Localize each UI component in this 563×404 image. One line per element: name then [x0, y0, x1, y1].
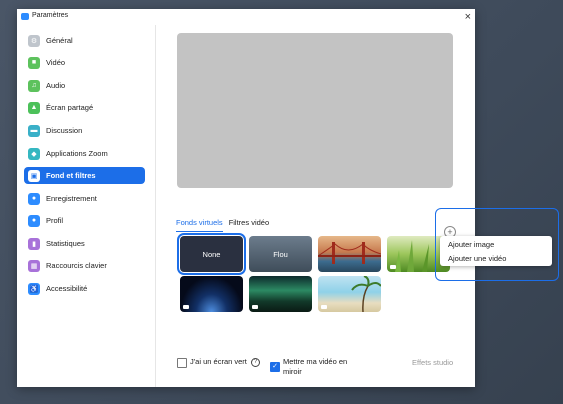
mirror-label-line1: Mettre ma vidéo en	[283, 357, 348, 366]
sidebar-item-label: Général	[46, 36, 73, 45]
sidebar-item-background[interactable]: ▣ Fond et filtres	[24, 167, 145, 184]
menu-item-add-image[interactable]: Ajouter image	[448, 240, 494, 249]
background-thumb-earth[interactable]	[180, 276, 243, 312]
share-screen-icon: ▲	[28, 101, 40, 114]
studio-effects-link[interactable]: Effets studio	[412, 358, 453, 367]
profile-icon: ●	[28, 214, 40, 227]
sidebar-item-label: Écran partagé	[46, 103, 94, 112]
sidebar-item-label: Vidéo	[46, 58, 66, 67]
background-thumb-aurora[interactable]	[249, 276, 312, 312]
tab-virtual-backgrounds[interactable]: Fonds virtuels	[176, 218, 223, 232]
sidebar-item-profile[interactable]: ● Profil	[24, 212, 145, 229]
sidebar-item-label: Accessibilité	[46, 284, 88, 293]
zoom-app-icon	[21, 13, 29, 20]
bridge-image	[318, 242, 381, 264]
accessibility-icon: ♿	[28, 282, 40, 295]
apps-icon: ◆	[28, 147, 40, 160]
add-background-menu: Ajouter image Ajouter une vidéo	[440, 236, 552, 266]
sidebar-item-headphones[interactable]: ♫ Audio	[24, 77, 145, 94]
sidebar-item-label: Applications Zoom	[46, 149, 108, 158]
video-icon	[390, 265, 396, 269]
sidebar-item-label: Enregistrement	[46, 194, 97, 203]
sidebar-item-label: Audio	[46, 81, 66, 90]
sidebar-item-accessibility[interactable]: ♿ Accessibilité	[24, 280, 145, 297]
background-thumb-beach[interactable]	[318, 276, 381, 312]
tab-video-filters[interactable]: Filtres vidéo	[229, 218, 269, 232]
video-icon	[183, 305, 189, 309]
background-thumb-blur[interactable]: Flou	[249, 236, 312, 272]
title-bar: Paramètres ×	[17, 9, 475, 25]
window-title: Paramètres	[32, 12, 69, 19]
video-icon: ■	[28, 56, 40, 69]
green-screen-checkbox[interactable]	[177, 358, 187, 368]
menu-item-add-video[interactable]: Ajouter une vidéo	[448, 254, 506, 263]
keyboard-icon: ▦	[28, 259, 40, 272]
sidebar-item-share-screen[interactable]: ▲ Écran partagé	[24, 99, 145, 116]
mirror-video-checkbox[interactable]: ✓	[270, 362, 280, 372]
sidebar-item-video[interactable]: ■ Vidéo	[24, 54, 145, 71]
sidebar-item-label: Discussion	[46, 126, 83, 135]
background-thumb-none[interactable]: None	[177, 233, 246, 275]
sidebar-item-label: Statistiques	[46, 239, 85, 248]
gear-icon: ⚙	[28, 34, 40, 47]
mirror-video-label: Mettre ma vidéo en miroir	[283, 357, 347, 377]
sidebar-item-label: Raccourcis clavier	[46, 261, 107, 270]
stats-icon: ▮	[28, 237, 40, 250]
palm-image	[351, 276, 381, 312]
green-screen-label: J'ai un écran vert	[190, 357, 247, 366]
video-icon	[252, 305, 258, 309]
sidebar-item-apps[interactable]: ◆ Applications Zoom	[24, 145, 145, 162]
thumb-label: Flou	[273, 249, 288, 259]
chat-icon: ▬	[28, 124, 40, 137]
sidebar-item-gear[interactable]: ⚙ Général	[24, 32, 145, 49]
record-icon: ●	[28, 192, 40, 205]
sidebar-item-record[interactable]: ● Enregistrement	[24, 190, 145, 207]
help-icon[interactable]: ?	[251, 358, 260, 367]
sidebar-item-keyboard[interactable]: ▦ Raccourcis clavier	[24, 257, 145, 274]
background-icon: ▣	[28, 169, 40, 182]
headphones-icon: ♫	[28, 79, 40, 92]
close-icon[interactable]: ×	[465, 10, 471, 24]
video-preview	[177, 33, 453, 188]
settings-window: Paramètres × ⚙ Général ■ Vidéo ♫ Audio ▲ Écran …	[17, 9, 475, 387]
video-icon	[321, 305, 327, 309]
sidebar-item-label: Fond et filtres	[46, 171, 96, 180]
thumb-label: None	[202, 249, 221, 259]
sidebar-item-label: Profil	[46, 216, 64, 225]
sidebar-item-stats[interactable]: ▮ Statistiques	[24, 235, 145, 252]
mirror-label-line2: miroir	[283, 367, 302, 376]
background-tabs: Fonds virtuels Filtres vidéo	[176, 218, 275, 232]
settings-sidebar: ⚙ Général ■ Vidéo ♫ Audio ▲ Écran partagé ▬ Discu…	[17, 25, 156, 387]
background-thumb-golden-gate[interactable]	[318, 236, 381, 272]
sidebar-item-chat[interactable]: ▬ Discussion	[24, 122, 145, 139]
